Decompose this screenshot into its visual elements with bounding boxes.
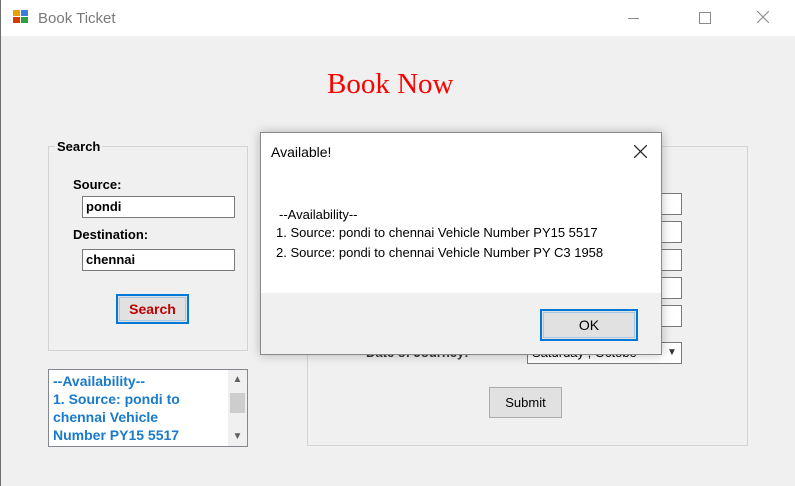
scroll-down-icon[interactable]: ▼: [228, 428, 247, 445]
dialog-title: Available!: [271, 144, 332, 160]
book-ticket-window: Book Ticket Book Now Search Source: pond…: [0, 0, 795, 486]
scroll-up-icon[interactable]: ▲: [228, 371, 247, 388]
close-window-button[interactable]: [741, 0, 787, 36]
booking-field-2[interactable]: [661, 221, 682, 243]
availability-list-text: --Availability-- 1. Source: pondi to che…: [53, 372, 225, 444]
title-bar[interactable]: Book Ticket: [1, 0, 795, 36]
availability-dialog: Available! --Availability-- 1. Source: p…: [260, 132, 662, 355]
booking-field-5[interactable]: [661, 305, 682, 327]
app-icon: [13, 10, 30, 25]
submit-button[interactable]: Submit: [489, 387, 562, 418]
listbox-scrollbar[interactable]: ▲ ▼: [228, 370, 247, 446]
search-button[interactable]: Search: [116, 294, 189, 324]
minimize-button[interactable]: [612, 0, 658, 36]
dialog-close-button[interactable]: [627, 139, 655, 165]
dialog-message-line: 2. Source: pondi to chennai Vehicle Numb…: [276, 245, 604, 260]
list-item: 1. Source: pondi to: [53, 391, 180, 407]
search-button-focus-border: [119, 297, 186, 321]
window-title: Book Ticket: [38, 10, 116, 27]
search-group-title: Search: [55, 139, 103, 154]
booking-field-3[interactable]: [661, 249, 682, 271]
destination-label: Destination:: [73, 227, 149, 242]
list-item: --Availability--: [53, 373, 146, 389]
close-icon: [757, 11, 769, 23]
list-item: Number PY15 5517: [53, 427, 180, 443]
source-label: Source:: [73, 177, 122, 192]
minimize-icon: [628, 18, 639, 19]
booking-field-1[interactable]: [661, 193, 682, 215]
maximize-button[interactable]: [681, 0, 727, 36]
chevron-down-icon[interactable]: ▼: [663, 343, 681, 363]
dialog-body: Available! --Availability-- 1. Source: p…: [261, 133, 661, 293]
maximize-icon: [699, 12, 711, 24]
ok-button-focus-border: [543, 312, 635, 338]
availability-listbox[interactable]: --Availability-- 1. Source: pondi to che…: [48, 369, 248, 447]
ok-button[interactable]: OK: [540, 309, 638, 341]
booking-field-4[interactable]: [661, 277, 682, 299]
destination-input[interactable]: chennai: [82, 249, 235, 271]
dialog-message-header: --Availability--: [279, 207, 358, 222]
source-input[interactable]: pondi: [82, 196, 235, 218]
dialog-message-line: 1. Source: pondi to chennai Vehicle Numb…: [276, 225, 598, 240]
page-heading: Book Now: [327, 68, 454, 100]
scrollbar-thumb[interactable]: [230, 393, 245, 413]
list-item: chennai Vehicle: [53, 409, 159, 425]
close-icon: [634, 145, 647, 158]
